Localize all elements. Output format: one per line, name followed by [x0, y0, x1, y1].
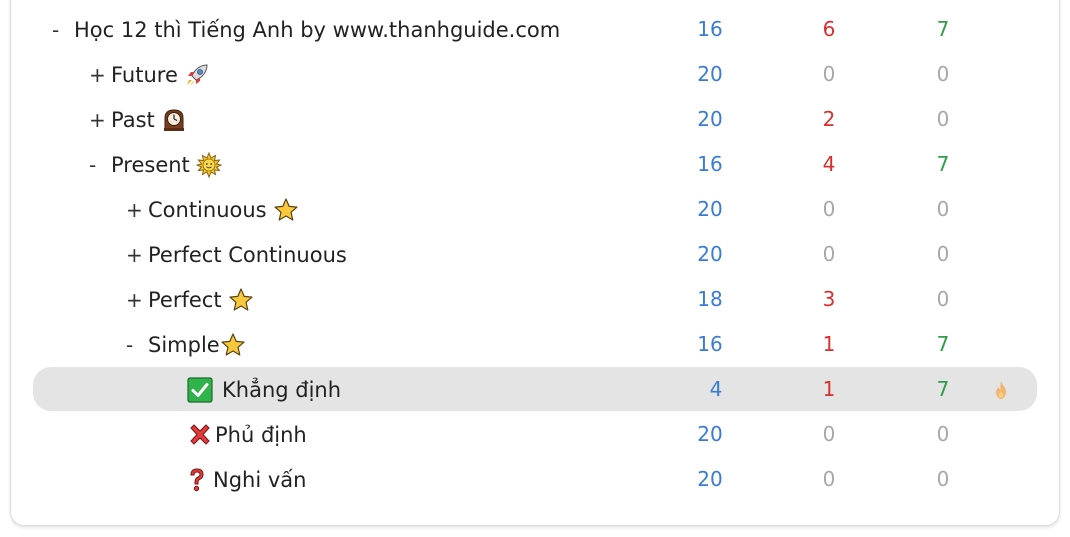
deck-name[interactable]: Past [111, 108, 155, 132]
expand-toggle[interactable]: + [89, 63, 111, 87]
due-count: 0 [936, 107, 950, 131]
deck-row[interactable]: + Continuous 20 0 0 [0, 187, 1070, 232]
cross-icon [187, 422, 213, 448]
star-icon [220, 332, 246, 358]
fire-icon[interactable] [990, 367, 1012, 412]
due-count: 0 [936, 242, 950, 266]
star-icon [228, 287, 254, 313]
deck-name-cell: - Present [89, 142, 222, 187]
learn-count: 1 [822, 377, 836, 401]
rocket-icon [184, 62, 210, 88]
learn-count: 0 [822, 242, 836, 266]
deck-row[interactable]: + Past 20 2 0 [0, 97, 1070, 142]
new-count: 16 [697, 17, 723, 41]
new-count: 20 [697, 422, 723, 446]
due-count: 0 [936, 422, 950, 446]
learn-count: 4 [822, 152, 836, 176]
deck-name[interactable]: Khẳng định [222, 378, 341, 402]
due-count: 0 [936, 287, 950, 311]
new-count: 18 [697, 287, 723, 311]
due-count: 0 [936, 467, 950, 491]
deck-name[interactable]: Future [111, 63, 178, 87]
due-count: 7 [936, 152, 950, 176]
deck-row[interactable]: - Present 16 4 7 [0, 142, 1070, 187]
new-count: 20 [697, 107, 723, 131]
deck-name[interactable]: Học 12 thì Tiếng Anh by www.thanhguide.c… [74, 18, 560, 42]
expand-toggle[interactable]: + [126, 243, 148, 267]
learn-count: 0 [822, 422, 836, 446]
deck-name[interactable]: Perfect Continuous [148, 243, 347, 267]
deck-name[interactable]: Present [111, 153, 190, 177]
learn-count: 6 [822, 17, 836, 41]
collapse-toggle[interactable]: - [126, 333, 148, 357]
deck-row-selected[interactable]: Khẳng định 4 1 7 [0, 367, 1070, 412]
new-count: 16 [697, 152, 723, 176]
deck-name-cell: - Simple [126, 322, 246, 367]
due-count: 7 [936, 17, 950, 41]
sun-icon [195, 151, 222, 178]
deck-name[interactable]: Continuous [148, 198, 267, 222]
expand-toggle[interactable]: + [126, 198, 148, 222]
question-icon [187, 467, 207, 493]
deck-name-cell: Phủ định [187, 412, 307, 457]
new-count: 20 [697, 242, 723, 266]
deck-name-cell: - Học 12 thì Tiếng Anh by www.thanhguide… [52, 7, 560, 52]
learn-count: 0 [822, 62, 836, 86]
deck-name-cell: + Past [89, 97, 187, 142]
collapse-toggle[interactable]: - [89, 153, 111, 177]
deck-name-cell: + Continuous [126, 187, 299, 232]
deck-row[interactable]: + Perfect Continuous 20 0 0 [0, 232, 1070, 277]
deck-row[interactable]: + Future 20 0 0 [0, 52, 1070, 97]
deck-name[interactable]: Nghi vấn [213, 468, 306, 492]
deck-row[interactable]: - Simple 16 1 7 [0, 322, 1070, 367]
learn-count: 2 [822, 107, 836, 131]
deck-name-cell: + Perfect Continuous [126, 232, 347, 277]
due-count: 0 [936, 62, 950, 86]
expand-toggle[interactable]: + [126, 288, 148, 312]
deck-list: - Học 12 thì Tiếng Anh by www.thanhguide… [0, 7, 1070, 502]
clock-icon [161, 107, 187, 133]
deck-row[interactable]: - Học 12 thì Tiếng Anh by www.thanhguide… [0, 7, 1070, 52]
check-box-icon [187, 376, 213, 403]
new-count: 16 [697, 332, 723, 356]
new-count: 4 [709, 377, 723, 401]
learn-count: 3 [822, 287, 836, 311]
new-count: 20 [697, 62, 723, 86]
due-count: 0 [936, 197, 950, 221]
due-count: 7 [936, 332, 950, 356]
deck-name-cell: Khẳng định [187, 367, 341, 412]
deck-name-cell: + Perfect [126, 277, 254, 322]
learn-count: 1 [822, 332, 836, 356]
learn-count: 0 [822, 467, 836, 491]
star-icon [273, 197, 299, 223]
deck-row[interactable]: Phủ định 20 0 0 [0, 412, 1070, 457]
deck-name[interactable]: Simple [148, 333, 220, 357]
deck-name[interactable]: Perfect [148, 288, 222, 312]
deck-row[interactable]: + Perfect 18 3 0 [0, 277, 1070, 322]
deck-row[interactable]: Nghi vấn 20 0 0 [0, 457, 1070, 502]
new-count: 20 [697, 467, 723, 491]
new-count: 20 [697, 197, 723, 221]
due-count: 7 [936, 377, 950, 401]
deck-name[interactable]: Phủ định [215, 423, 307, 447]
expand-toggle[interactable]: + [89, 108, 111, 132]
deck-name-cell: + Future [89, 52, 210, 97]
collapse-toggle[interactable]: - [52, 18, 74, 42]
learn-count: 0 [822, 197, 836, 221]
deck-name-cell: Nghi vấn [187, 457, 306, 502]
